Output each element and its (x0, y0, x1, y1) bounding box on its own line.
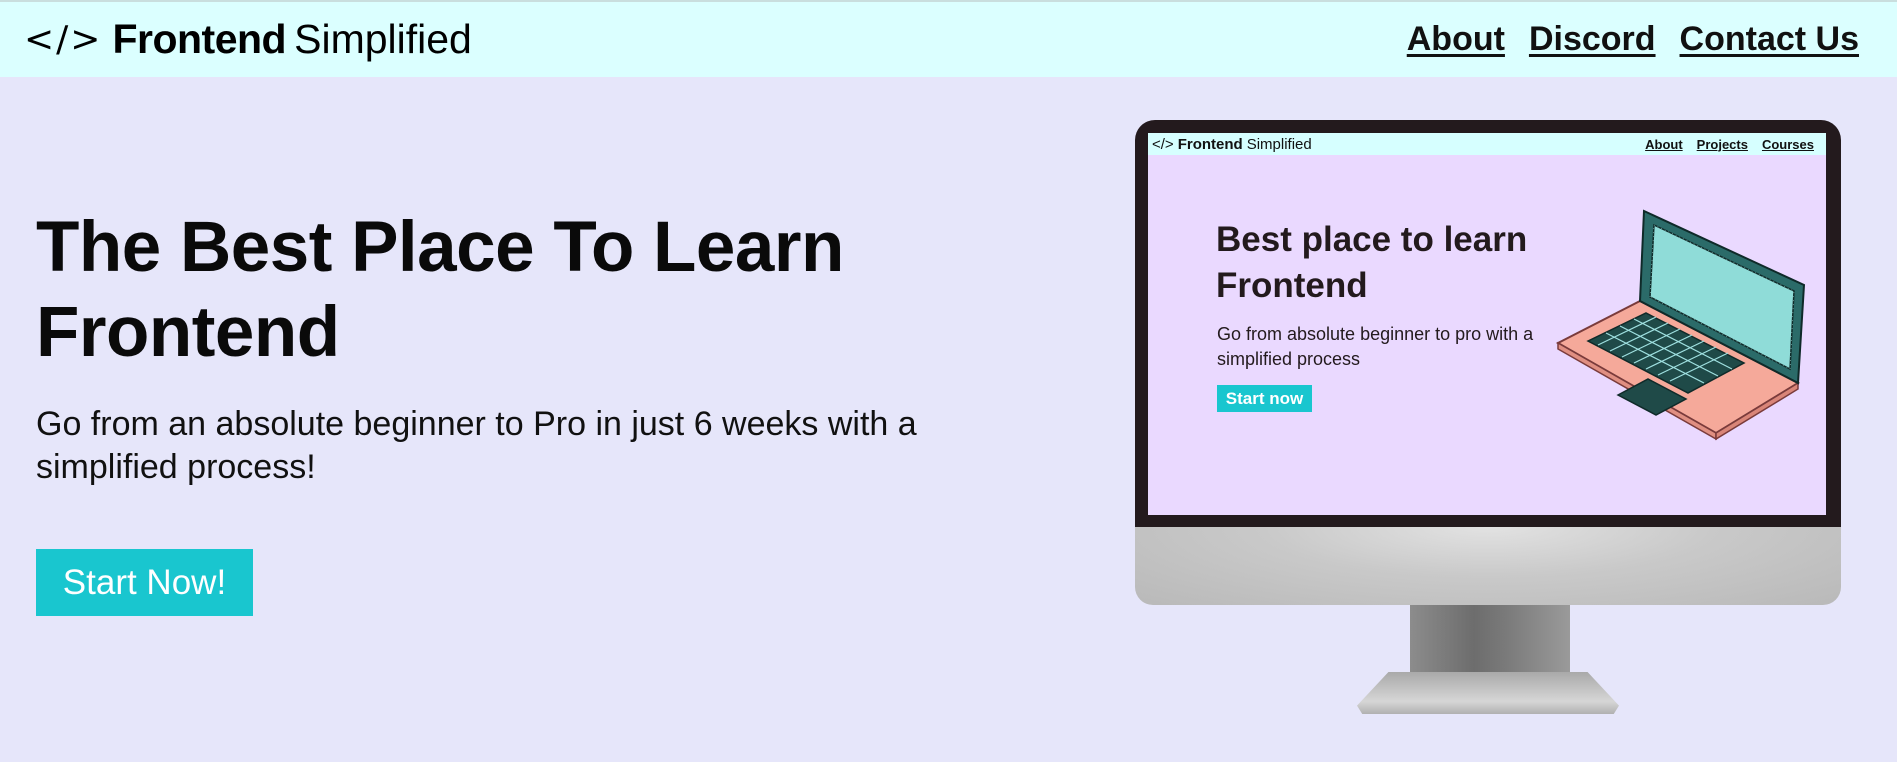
mockup-nav-courses: Courses (1761, 136, 1814, 152)
start-now-button[interactable]: Start Now! (36, 549, 253, 616)
monitor-illustration: </> Frontend Simplified About Projects C… (1135, 120, 1841, 720)
navbar: </> Frontend Simplified About Discord Co… (0, 0, 1897, 77)
monitor-stand-foot (1357, 672, 1619, 714)
mockup-subtitle: Go from absolute beginner to pro with a … (1217, 324, 1534, 369)
brand-name-bold: Frontend (112, 16, 287, 62)
brand-logo[interactable]: </> Frontend Simplified (24, 16, 472, 63)
mockup-brand-bold: Frontend (1177, 135, 1243, 153)
brand-name-light: Simplified (294, 16, 472, 62)
code-icon: </> (24, 19, 103, 60)
mockup-start-button: Start now (1217, 385, 1312, 412)
nav-link-contact[interactable]: Contact Us (1680, 20, 1859, 59)
mockup-nav-projects: Projects (1696, 136, 1748, 152)
monitor-screen: </> Frontend Simplified About Projects C… (1148, 133, 1826, 515)
laptop-illustration (1555, 209, 1806, 441)
hero-title: The Best Place To Learn Frontend (36, 208, 844, 372)
mockup-title: Best place to learn Frontend (1216, 220, 1528, 305)
monitor-chin (1135, 527, 1841, 605)
hero-subtitle: Go from an absolute beginner to Pro in j… (36, 405, 917, 486)
mockup-brand: </> Frontend Simplified (1152, 136, 1312, 153)
mockup-code-icon: </> (1152, 135, 1174, 153)
mockup-navbar: </> Frontend Simplified About Projects C… (1148, 133, 1826, 155)
nav-links: About Discord Contact Us (1407, 20, 1859, 59)
nav-link-discord[interactable]: Discord (1529, 20, 1656, 59)
mockup-brand-light: Simplified (1246, 135, 1312, 153)
nav-link-about[interactable]: About (1407, 20, 1505, 59)
mockup-nav-links: About Projects Courses (1645, 137, 1814, 152)
mockup-nav-about: About (1645, 136, 1683, 152)
